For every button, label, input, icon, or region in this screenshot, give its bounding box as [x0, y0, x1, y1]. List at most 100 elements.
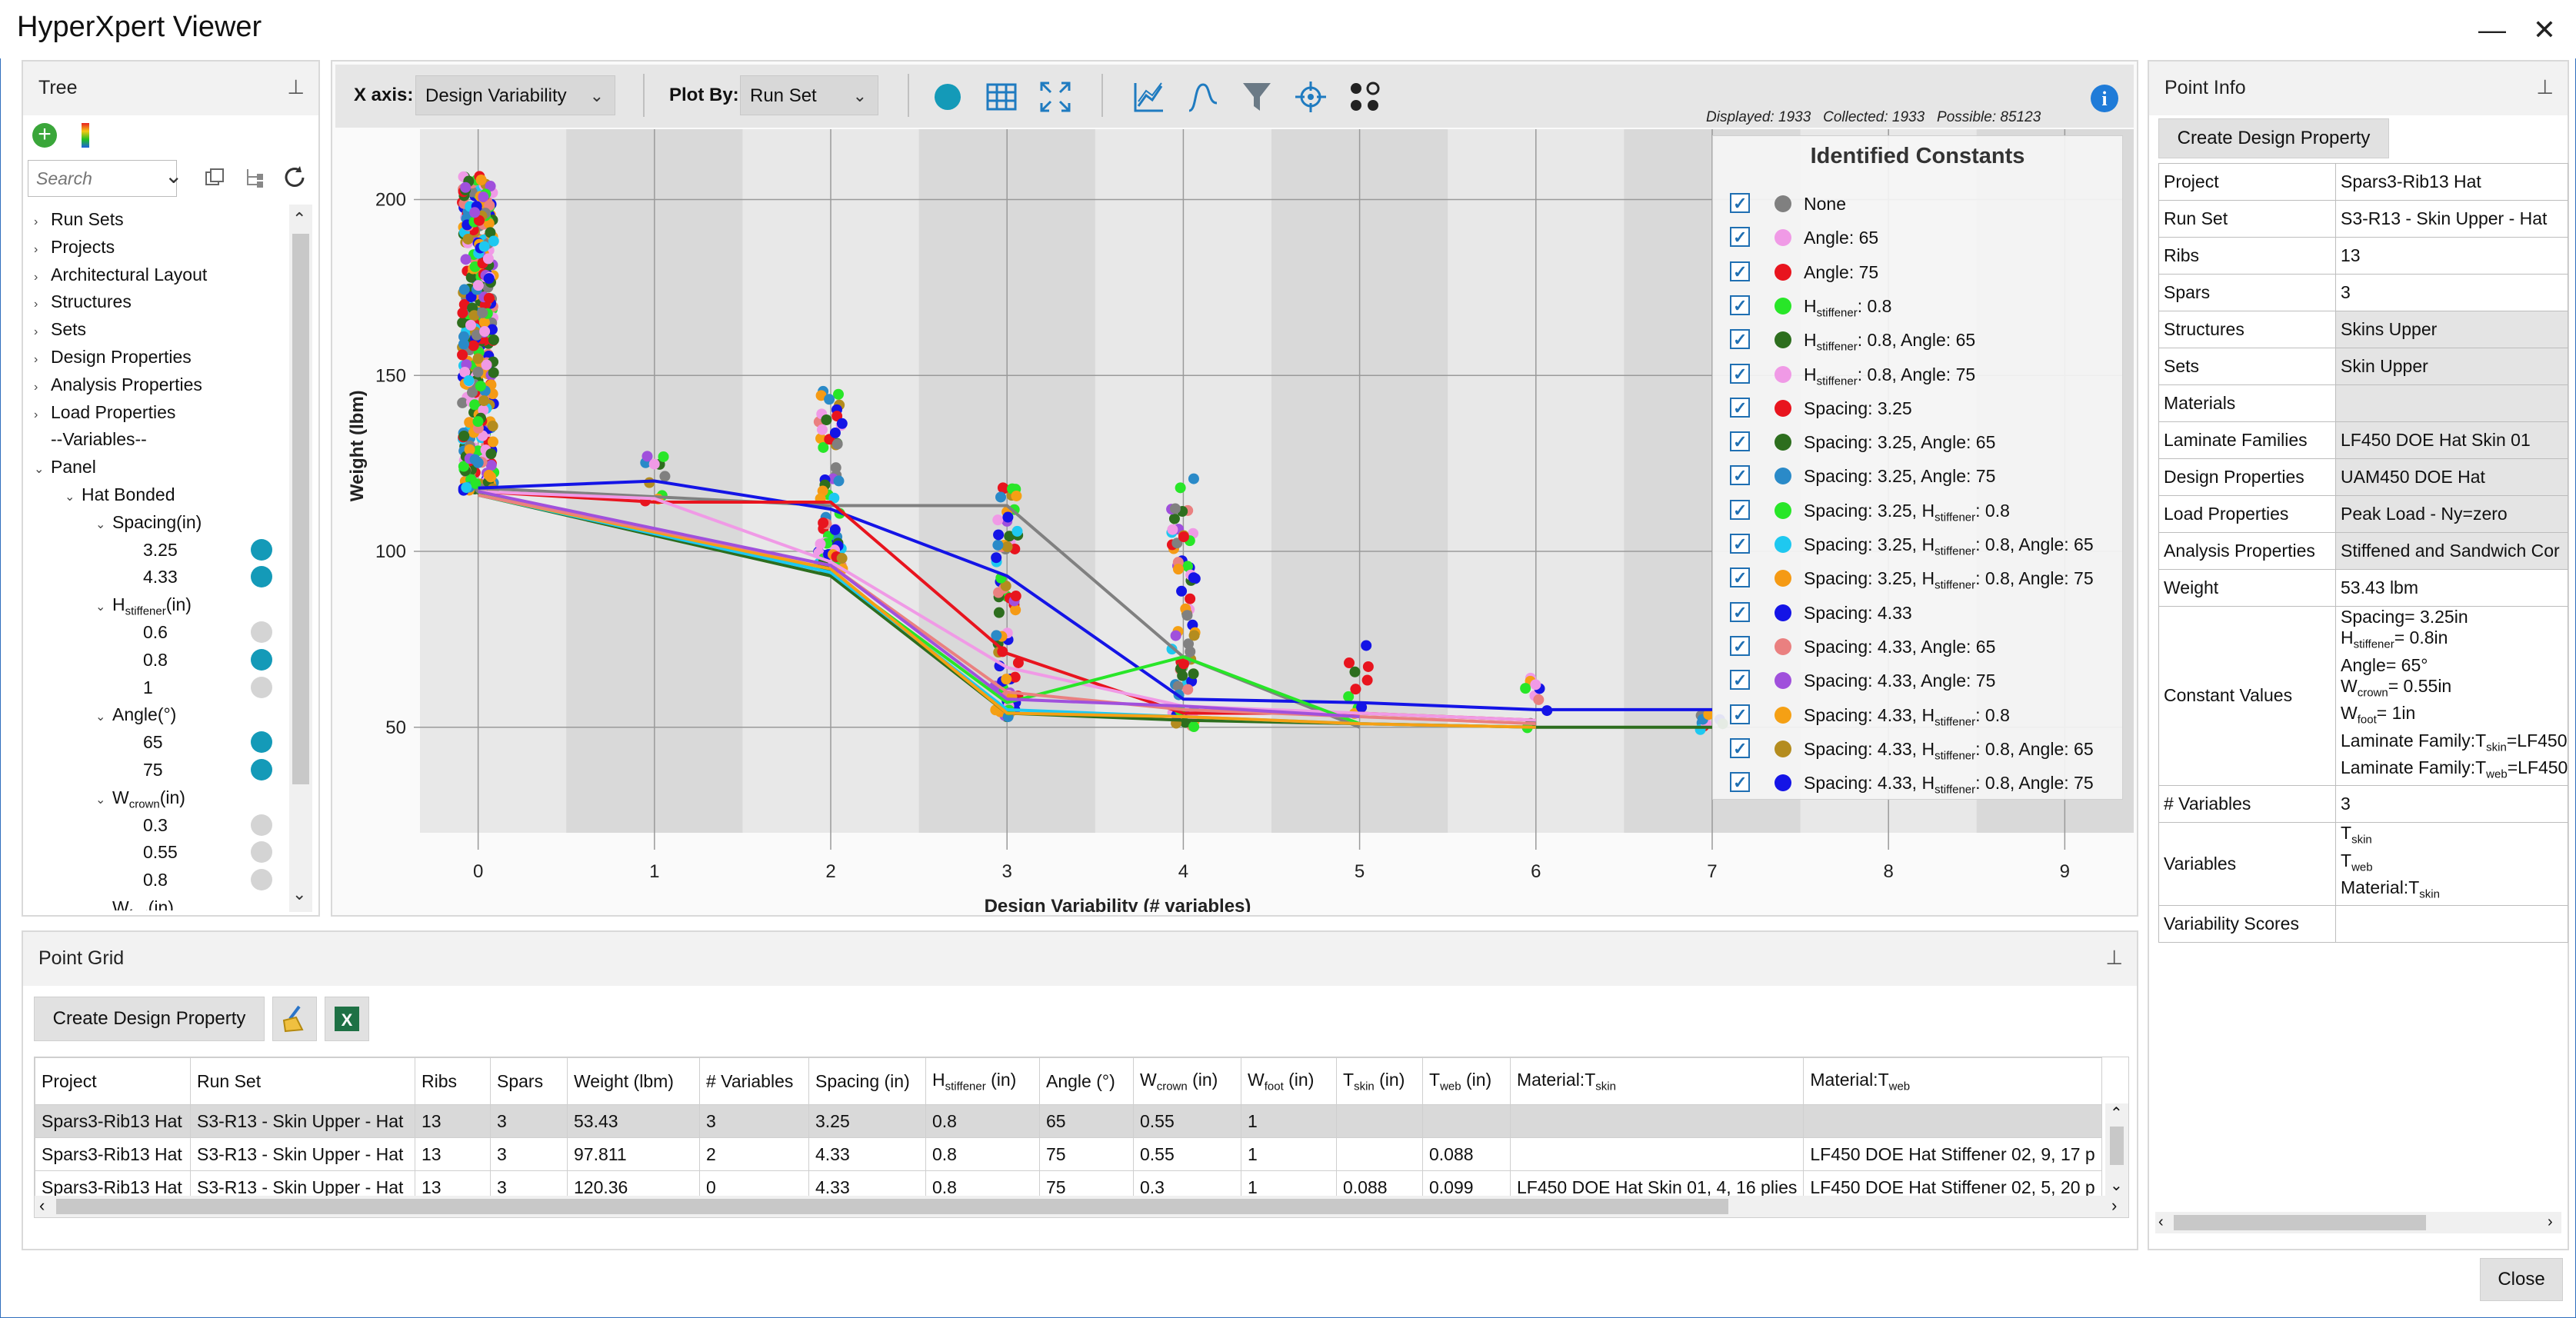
legend-checkbox[interactable] [1730, 631, 1750, 662]
grid-v-thumb[interactable] [2110, 1127, 2124, 1165]
column-header[interactable]: Wcrown (in) [1133, 1057, 1241, 1105]
legend-checkbox[interactable] [1730, 325, 1750, 355]
value-inactive-indicator[interactable] [251, 621, 272, 643]
chevron-right-icon[interactable]: › [34, 265, 51, 291]
legend-checkbox[interactable] [1730, 597, 1750, 628]
grid-create-design-property-button[interactable]: Create Design Property [34, 997, 265, 1041]
expand-icon[interactable] [1038, 80, 1072, 114]
table-row[interactable]: Spars3-Rib13 Hat S3-R13 - Skin Upper - Ha… [35, 1137, 2102, 1171]
tree-item[interactable]: 75 [126, 757, 163, 783]
tree-item[interactable]: 0.3 [126, 812, 168, 838]
column-header[interactable]: Hstiffener (in) [925, 1057, 1040, 1105]
chevron-right-icon[interactable]: › [34, 237, 51, 263]
tree-item[interactable]: ⌄ Angle(°) [95, 701, 176, 727]
create-design-property-button[interactable]: Create Design Property [2158, 118, 2389, 158]
tree-item[interactable]: 0.8 [126, 867, 168, 893]
grid-view-icon[interactable] [985, 80, 1018, 114]
pin-icon[interactable]: ⊥ [2536, 75, 2554, 99]
legend-checkbox[interactable] [1730, 188, 1750, 219]
value-inactive-indicator[interactable] [251, 814, 272, 836]
info-scroll-thumb[interactable] [2174, 1215, 2426, 1230]
tree-scrollbar[interactable]: ⌃ ⌄ [289, 205, 312, 912]
tree-item[interactable]: › Sets [34, 316, 86, 342]
grid-v-scrollbar[interactable]: ⌃ ⌄ [2105, 1103, 2128, 1196]
tree-item[interactable]: 0.6 [126, 619, 168, 645]
scroll-down-icon[interactable]: ⌄ [292, 884, 306, 904]
value-active-indicator[interactable] [251, 538, 272, 561]
clear-button[interactable] [272, 997, 317, 1041]
chevron-down-icon[interactable]: ⌄ [95, 512, 112, 538]
value-inactive-indicator[interactable] [251, 869, 272, 891]
legend-checkbox[interactable] [1730, 734, 1750, 764]
chevron-down-icon[interactable]: ⌄ [65, 484, 82, 511]
tree-item[interactable]: 4.33 [126, 564, 178, 590]
chevron-down-icon[interactable]: ⌄ [95, 787, 112, 814]
tree-scroll-thumb[interactable] [292, 234, 309, 784]
scroll-down-icon[interactable]: ⌄ [2110, 1176, 2123, 1195]
chevron-right-icon[interactable]: › [34, 209, 51, 235]
tree-item[interactable]: ⌄ Hat Bonded [65, 481, 175, 508]
add-icon[interactable]: + [32, 123, 57, 148]
tree-item[interactable]: ⌄ Panel [34, 454, 96, 480]
column-header[interactable]: Ribs [415, 1057, 491, 1105]
legend-checkbox[interactable] [1730, 461, 1750, 491]
tree-item[interactable]: 1 [126, 674, 153, 701]
value-inactive-indicator[interactable] [251, 841, 272, 864]
pin-icon[interactable]: ⊥ [2105, 946, 2123, 970]
column-header[interactable]: Run Set [190, 1057, 415, 1105]
chevron-right-icon[interactable]: › [34, 374, 51, 401]
plot-by-dropdown[interactable]: Run Set ⌄ [740, 75, 878, 115]
value-inactive-indicator[interactable] [251, 676, 272, 698]
legend-checkbox[interactable] [1730, 665, 1750, 696]
legend-checkbox[interactable] [1730, 427, 1750, 458]
search-box[interactable] [28, 160, 177, 197]
property-value[interactable]: UAM450 DOE Hat [2335, 458, 2568, 496]
tree-item[interactable]: 65 [126, 729, 163, 755]
tree-item[interactable]: --Variables-- [34, 426, 147, 452]
column-header[interactable]: Weight (lbm) [567, 1057, 700, 1105]
scroll-right-icon[interactable]: › [2111, 1196, 2117, 1216]
search-dropdown-icon[interactable]: ⌄ [165, 157, 189, 195]
window-close-button[interactable]: ✕ [2521, 11, 2568, 49]
tree-item[interactable]: › Architectural Layout [34, 261, 207, 288]
column-header[interactable]: # Variables [699, 1057, 809, 1105]
tree-item[interactable]: 0.55 [126, 839, 178, 865]
tree-item[interactable]: 0.8 [126, 647, 168, 673]
chevron-right-icon[interactable]: › [34, 347, 51, 373]
info-icon[interactable]: i [2088, 82, 2121, 115]
column-header[interactable]: Material:Tskin [1509, 1057, 1805, 1105]
table-row[interactable]: Spars3-Rib13 Hat S3-R13 - Skin Upper - Ha… [35, 1104, 2102, 1138]
tree-item[interactable]: › Run Sets [34, 206, 124, 232]
chevron-right-icon[interactable]: › [34, 319, 51, 345]
property-value[interactable]: Stiffened and Sandwich Cor [2335, 532, 2568, 570]
info-h-scrollbar[interactable]: ‹ › [2155, 1212, 2561, 1233]
property-value[interactable]: Skin Upper [2335, 348, 2568, 385]
pareto-chart-icon[interactable] [1132, 80, 1166, 114]
tree-item[interactable]: ⌄ Hstiffener(in) [95, 591, 192, 618]
chevron-down-icon[interactable]: ⌄ [95, 897, 112, 910]
value-active-indicator[interactable] [251, 731, 272, 754]
value-active-indicator[interactable] [251, 566, 272, 588]
legend-checkbox[interactable] [1730, 767, 1750, 798]
legend-checkbox[interactable] [1730, 495, 1750, 526]
cluster-icon[interactable] [1348, 80, 1381, 114]
crosshair-icon[interactable] [1294, 80, 1328, 114]
tree-item[interactable]: ⌄ Wcrown(in) [95, 784, 185, 811]
chevron-down-icon[interactable]: ⌄ [95, 594, 112, 621]
grid-h-thumb[interactable] [56, 1199, 1728, 1214]
chevron-right-icon[interactable]: › [34, 291, 51, 318]
refresh-icon[interactable] [282, 165, 308, 191]
tree-item[interactable]: 3.25 [126, 537, 178, 563]
value-active-indicator[interactable] [251, 759, 272, 780]
tree-item[interactable]: ⌄ Spacing(in) [95, 509, 202, 535]
scroll-up-icon[interactable]: ⌃ [2110, 1103, 2123, 1123]
column-header[interactable]: Wfoot (in) [1241, 1057, 1337, 1105]
scroll-left-icon[interactable]: ‹ [39, 1196, 45, 1216]
legend-checkbox[interactable] [1730, 291, 1750, 321]
column-header[interactable]: Tskin (in) [1336, 1057, 1423, 1105]
legend-checkbox[interactable] [1730, 393, 1750, 424]
legend-checkbox[interactable] [1730, 563, 1750, 594]
tree-item[interactable]: › Analysis Properties [34, 371, 202, 398]
search-input[interactable] [35, 162, 168, 195]
chevron-down-icon[interactable]: ⌄ [34, 457, 51, 483]
